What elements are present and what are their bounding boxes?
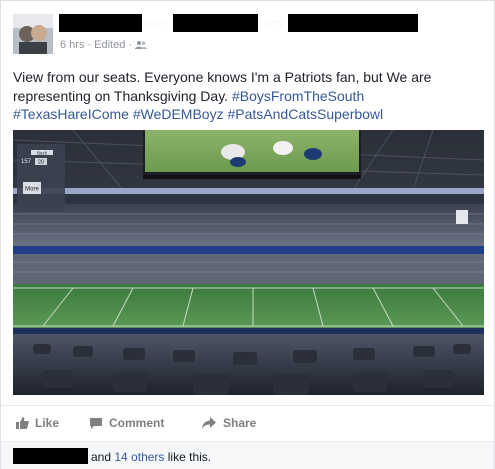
edited-label[interactable]: Edited [94, 39, 125, 51]
post-body: View from our seats. Everyone knows I'm … [13, 68, 483, 124]
post-actions: Like Comment Share [1, 405, 494, 442]
post-text: View from our seats. Everyone knows I'm … [13, 69, 432, 104]
share-icon [202, 417, 216, 429]
scoreboard-more-label: More [25, 187, 39, 193]
meta-separator: · [87, 39, 92, 51]
feed-post: with and 6 hrs · Edited · View from our … [0, 0, 495, 469]
share-button[interactable]: Share [201, 416, 256, 430]
comment-label: Comment [109, 416, 165, 430]
and-word: and [263, 16, 284, 30]
friends-icon[interactable] [135, 40, 148, 50]
hashtag-link[interactable]: #TexasHareICome [13, 106, 129, 122]
post-meta: 6 hrs · Edited · [60, 39, 148, 51]
meta-separator: · [128, 39, 133, 51]
scoreboard-number: 20 [38, 160, 44, 166]
with-word: with [146, 16, 168, 30]
like-label: Like [35, 416, 60, 430]
hashtag-link[interactable]: #WeDEMBoyz [133, 106, 224, 122]
likes-suffix: like this. [167, 450, 212, 464]
likes-summary: and 14 others like this. [1, 441, 494, 469]
likes-others-link[interactable]: 14 others [114, 450, 164, 464]
likes-text: and 14 others like this. [91, 450, 211, 464]
scoreboard-back-label: Back [37, 151, 48, 156]
thumbs-up-icon [16, 417, 29, 429]
comment-icon [90, 418, 102, 429]
redacted-author-name[interactable] [59, 14, 142, 32]
like-button[interactable]: Like [15, 416, 59, 430]
share-label: Share [223, 416, 257, 430]
hashtag-link[interactable]: #BoysFromTheSouth [232, 88, 364, 104]
redacted-tagged-friend[interactable] [173, 14, 258, 32]
comment-button[interactable]: Comment [89, 416, 164, 430]
author-avatar[interactable] [13, 14, 53, 54]
scoreboard-number: 157 [21, 159, 32, 165]
redacted-tagged-others[interactable] [288, 14, 418, 32]
likes-and: and [91, 450, 112, 464]
redacted-liker-name[interactable] [13, 448, 88, 464]
hashtag-link[interactable]: #PatsAndCatsSuperbowl [228, 106, 384, 122]
post-timestamp[interactable]: 6 hrs [60, 39, 84, 51]
post-photo[interactable]: Back 157 20 More [13, 130, 484, 395]
